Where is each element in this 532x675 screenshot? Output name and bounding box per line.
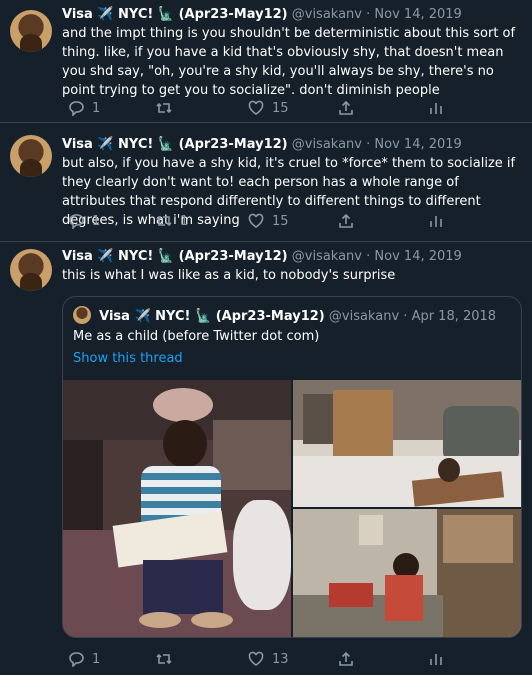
photo-grid xyxy=(63,380,521,637)
author-name[interactable]: Visa ✈️ NYC! 🗽 (Apr23-May12) xyxy=(62,249,288,264)
tweet[interactable]: Visa ✈️ NYC! 🗽 (Apr23-May12) @visakanv ·… xyxy=(0,0,532,123)
quoted-author-handle: @visakanv xyxy=(328,309,400,324)
share-icon xyxy=(339,651,353,666)
like-button[interactable]: 15 xyxy=(248,213,289,229)
retweet-icon xyxy=(156,215,172,227)
like-count: 15 xyxy=(272,213,289,229)
avatar[interactable] xyxy=(10,249,52,291)
show-thread-link[interactable]: Show this thread xyxy=(73,351,183,366)
reply-button[interactable]: 1 xyxy=(68,100,100,116)
like-button[interactable]: 13 xyxy=(248,651,289,667)
quoted-avatar xyxy=(73,306,91,324)
share-icon xyxy=(339,213,353,228)
like-icon xyxy=(248,100,264,115)
analytics-icon xyxy=(430,103,442,114)
tweet-date[interactable]: Nov 14, 2019 xyxy=(374,137,461,152)
photo-living-room[interactable] xyxy=(293,380,521,507)
reply-icon xyxy=(69,652,84,667)
analytics-button[interactable] xyxy=(428,651,444,667)
tweet[interactable]: Visa ✈️ NYC! 🗽 (Apr23-May12) @visakanv ·… xyxy=(0,122,532,242)
share-button[interactable] xyxy=(338,213,354,229)
quoted-text: Me as a child (before Twitter dot com) xyxy=(73,329,320,344)
quoted-author-name: Visa ✈️ NYC! 🗽 (Apr23-May12) xyxy=(99,309,325,324)
retweet-icon xyxy=(156,653,172,665)
retweet-icon xyxy=(156,102,172,114)
analytics-button[interactable] xyxy=(428,213,444,229)
like-button[interactable]: 15 xyxy=(248,100,289,116)
like-icon xyxy=(248,651,264,666)
tweet-text: this is what I was like as a kid, to nob… xyxy=(62,268,396,283)
retweet-button[interactable] xyxy=(156,100,180,116)
photo-child-reading[interactable] xyxy=(63,380,291,637)
quoted-tweet[interactable]: Visa ✈️ NYC! 🗽 (Apr23-May12) @visakanv ·… xyxy=(62,296,522,638)
analytics-icon xyxy=(430,216,442,227)
reply-button[interactable]: 1 xyxy=(68,213,100,229)
author-name[interactable]: Visa ✈️ NYC! 🗽 (Apr23-May12) xyxy=(62,7,288,22)
tweet-date[interactable]: Nov 14, 2019 xyxy=(374,7,461,22)
analytics-icon xyxy=(430,654,442,665)
avatar[interactable] xyxy=(10,135,52,177)
retweet-button[interactable]: 1 xyxy=(156,213,188,229)
like-icon xyxy=(248,213,264,228)
author-name[interactable]: Visa ✈️ NYC! 🗽 (Apr23-May12) xyxy=(62,137,288,152)
reply-count: 1 xyxy=(92,213,101,229)
photo-study-corner[interactable] xyxy=(293,509,521,637)
reply-icon xyxy=(69,101,84,116)
separator: · xyxy=(403,309,408,324)
reply-count: 1 xyxy=(92,100,101,116)
separator: · xyxy=(366,7,371,22)
reply-icon xyxy=(69,214,84,229)
tweet-date[interactable]: Nov 14, 2019 xyxy=(374,249,461,264)
share-button[interactable] xyxy=(338,651,354,667)
share-button[interactable] xyxy=(338,100,354,116)
separator: · xyxy=(366,249,371,264)
quoted-date: Apr 18, 2018 xyxy=(411,309,497,324)
reply-button[interactable]: 1 xyxy=(68,651,100,667)
separator: · xyxy=(366,137,371,152)
like-count: 15 xyxy=(272,100,289,116)
analytics-button[interactable] xyxy=(428,100,444,116)
avatar[interactable] xyxy=(10,10,52,52)
tweet[interactable]: Visa ✈️ NYC! 🗽 (Apr23-May12) @visakanv ·… xyxy=(0,241,532,675)
author-handle[interactable]: @visakanv xyxy=(292,249,362,264)
like-count: 13 xyxy=(272,651,289,667)
reply-count: 1 xyxy=(92,651,101,667)
author-handle[interactable]: @visakanv xyxy=(292,7,362,22)
retweet-count: 1 xyxy=(180,213,189,229)
tweet-text: and the impt thing is you shouldn't be d… xyxy=(62,26,516,98)
retweet-button[interactable] xyxy=(156,651,180,667)
author-handle[interactable]: @visakanv xyxy=(292,137,362,152)
share-icon xyxy=(339,100,353,115)
